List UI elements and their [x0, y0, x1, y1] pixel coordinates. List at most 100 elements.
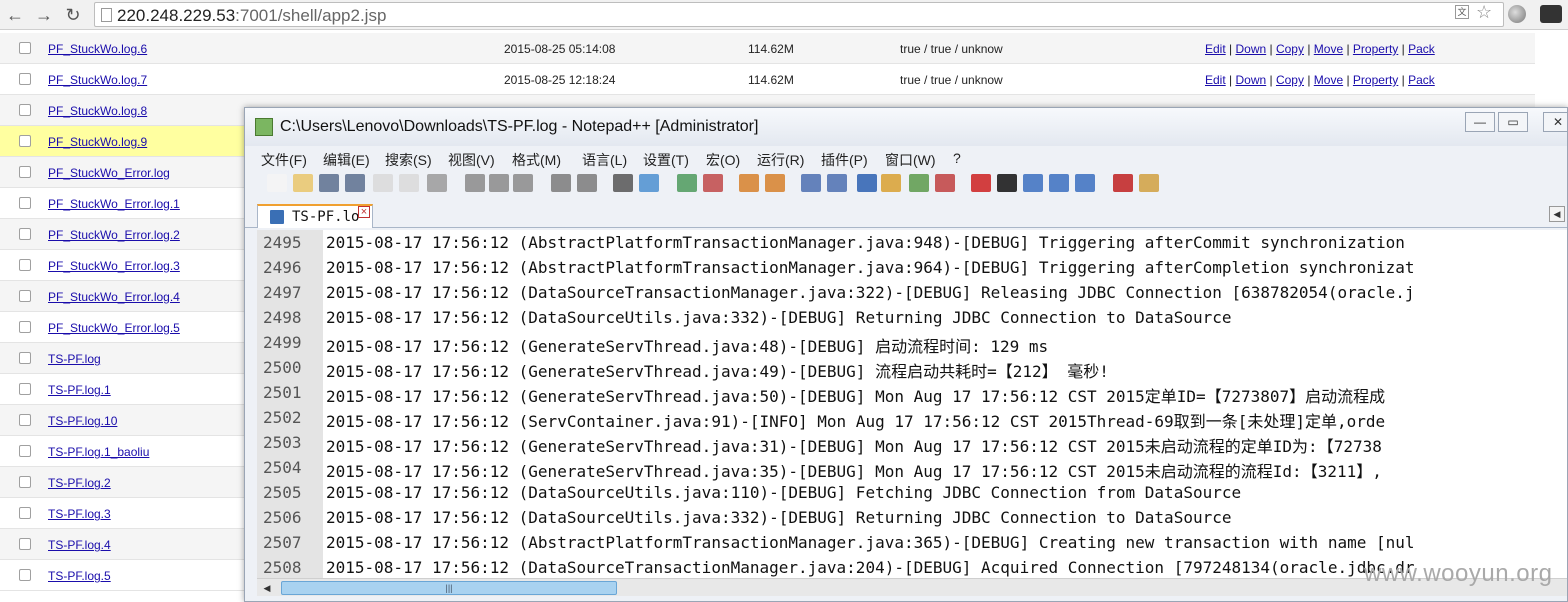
row-checkbox[interactable] [19, 569, 31, 581]
address-bar[interactable]: 220.248.229.53:7001/shell/app2.jsp [94, 2, 1504, 27]
replace-icon[interactable] [639, 174, 659, 192]
map-icon[interactable] [909, 174, 929, 192]
action-link-4[interactable]: Property [1353, 73, 1398, 87]
code-line[interactable]: 2495 2015-08-17 17:56:12 (AbstractPlatfor… [257, 230, 1567, 255]
spellcheck-icon[interactable] [1113, 174, 1133, 192]
save-icon[interactable] [319, 174, 339, 192]
code-line[interactable]: 2497 2015-08-17 17:56:12 (DataSourceTrans… [257, 280, 1567, 305]
close-button[interactable]: ✕ [1543, 112, 1567, 132]
file-name-link[interactable]: TS-PF.log.3 [48, 507, 111, 521]
copy-icon[interactable] [489, 174, 509, 192]
tab-ts-pf-log[interactable]: TS-PF.lo × [257, 204, 373, 228]
save-macro-icon[interactable] [1075, 174, 1095, 192]
translate-icon[interactable]: 文 [1455, 5, 1469, 19]
menu-item-1[interactable]: 编辑(E) [323, 150, 370, 170]
menu-item-3[interactable]: 视图(V) [448, 150, 495, 170]
scroll-thumb[interactable]: ||| [281, 581, 617, 595]
reload-icon[interactable]: ↻ [62, 4, 84, 26]
undo-icon[interactable] [551, 174, 571, 192]
menu-item-11[interactable]: ? [953, 150, 961, 166]
paste-icon[interactable] [513, 174, 533, 192]
bookmark-star-icon[interactable]: ☆ [1476, 2, 1492, 23]
file-name-link[interactable]: TS-PF.log.1 [48, 383, 111, 397]
record-macro-icon[interactable] [971, 174, 991, 192]
print-icon[interactable] [427, 174, 447, 192]
menu-item-0[interactable]: 文件(F) [261, 150, 307, 170]
code-line[interactable]: 2506 2015-08-17 17:56:12 (DataSourceUtils… [257, 505, 1567, 530]
file-name-link[interactable]: PF_StuckWo_Error.log.5 [48, 321, 180, 335]
code-line[interactable]: 2505 2015-08-17 17:56:12 (DataSourceUtils… [257, 480, 1567, 505]
file-name-link[interactable]: PF_StuckWo_Error.log.1 [48, 197, 180, 211]
row-checkbox[interactable] [19, 197, 31, 209]
action-link-2[interactable]: Copy [1276, 42, 1304, 56]
forward-icon[interactable]: → [33, 4, 55, 26]
code-line[interactable]: 2500 2015-08-17 17:56:12 (GenerateServThr… [257, 355, 1567, 381]
extension-globe-icon[interactable] [1508, 5, 1526, 23]
code-line[interactable]: 2503 2015-08-17 17:56:12 (GenerateServThr… [257, 430, 1567, 456]
row-checkbox[interactable] [19, 73, 31, 85]
save-all-icon[interactable] [345, 174, 365, 192]
file-name-link[interactable]: TS-PF.log [48, 352, 101, 366]
file-name-link[interactable]: PF_StuckWo_Error.log.3 [48, 259, 180, 273]
row-checkbox[interactable] [19, 259, 31, 271]
minimize-button[interactable]: — [1465, 112, 1495, 132]
sync-v-icon[interactable] [739, 174, 759, 192]
file-name-link[interactable]: PF_StuckWo.log.9 [48, 135, 147, 149]
file-name-link[interactable]: PF_StuckWo_Error.log.4 [48, 290, 180, 304]
action-link-3[interactable]: Move [1314, 73, 1343, 87]
window-titlebar[interactable]: C:\Users\Lenovo\Downloads\TS-PF.log - No… [245, 108, 1567, 146]
file-name-link[interactable]: TS-PF.log.4 [48, 538, 111, 552]
menu-item-8[interactable]: 运行(R) [757, 150, 804, 170]
plugin-icon[interactable] [1139, 174, 1159, 192]
code-line[interactable]: 2501 2015-08-17 17:56:12 (GenerateServThr… [257, 380, 1567, 406]
code-line[interactable]: 2504 2015-08-17 17:56:12 (GenerateServThr… [257, 455, 1567, 481]
file-name-link[interactable]: PF_StuckWo.log.8 [48, 104, 147, 118]
run-macro-icon[interactable] [1049, 174, 1069, 192]
open-file-icon[interactable] [293, 174, 313, 192]
menu-item-5[interactable]: 语言(L) [582, 150, 627, 170]
row-checkbox[interactable] [19, 352, 31, 364]
indent-guide-icon[interactable] [857, 174, 877, 192]
file-name-link[interactable]: PF_StuckWo_Error.log.2 [48, 228, 180, 242]
action-link-1[interactable]: Down [1235, 42, 1266, 56]
row-checkbox[interactable] [19, 228, 31, 240]
find-icon[interactable] [613, 174, 633, 192]
menu-item-4[interactable]: 格式(M) [512, 150, 561, 170]
action-link-0[interactable]: Edit [1205, 42, 1226, 56]
row-checkbox[interactable] [19, 383, 31, 395]
action-link-5[interactable]: Pack [1408, 73, 1435, 87]
show-all-icon[interactable] [827, 174, 847, 192]
close-tab-icon[interactable]: × [358, 206, 370, 218]
wrap-icon[interactable] [801, 174, 821, 192]
zoom-out-icon[interactable] [703, 174, 723, 192]
file-name-link[interactable]: PF_StuckWo_Error.log [48, 166, 170, 180]
row-checkbox[interactable] [19, 414, 31, 426]
udl-icon[interactable] [881, 174, 901, 192]
tab-scroll-left-button[interactable]: ◀ [1549, 206, 1565, 222]
function-list-icon[interactable] [935, 174, 955, 192]
file-name-link[interactable]: TS-PF.log.2 [48, 476, 111, 490]
new-file-icon[interactable] [267, 174, 287, 192]
close-all-icon[interactable] [399, 174, 419, 192]
code-line[interactable]: 2498 2015-08-17 17:56:12 (DataSourceUtils… [257, 305, 1567, 330]
text-editor[interactable]: 2495 2015-08-17 17:56:12 (AbstractPlatfor… [257, 230, 1567, 580]
maximize-button[interactable]: ▭ [1498, 112, 1528, 132]
row-checkbox[interactable] [19, 42, 31, 54]
redo-icon[interactable] [577, 174, 597, 192]
scroll-left-icon[interactable]: ◀ [259, 581, 275, 595]
code-line[interactable]: 2496 2015-08-17 17:56:12 (AbstractPlatfor… [257, 255, 1567, 280]
file-name-link[interactable]: TS-PF.log.1_baoliu [48, 445, 149, 459]
row-checkbox[interactable] [19, 538, 31, 550]
play-macro-icon[interactable] [1023, 174, 1043, 192]
close-icon[interactable] [373, 174, 393, 192]
action-link-2[interactable]: Copy [1276, 73, 1304, 87]
sync-h-icon[interactable] [765, 174, 785, 192]
zoom-in-icon[interactable] [677, 174, 697, 192]
row-checkbox[interactable] [19, 290, 31, 302]
row-checkbox[interactable] [19, 445, 31, 457]
action-link-0[interactable]: Edit [1205, 73, 1226, 87]
row-checkbox[interactable] [19, 135, 31, 147]
action-link-3[interactable]: Move [1314, 42, 1343, 56]
file-name-link[interactable]: PF_StuckWo.log.7 [48, 73, 147, 87]
code-line[interactable]: 2499 2015-08-17 17:56:12 (GenerateServThr… [257, 330, 1567, 356]
